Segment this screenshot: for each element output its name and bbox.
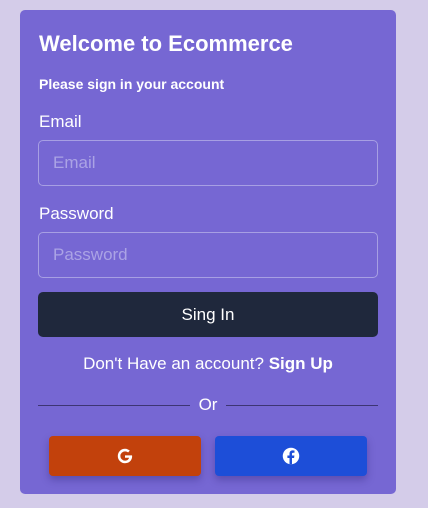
email-label: Email [39, 112, 82, 131]
sign-in-button[interactable]: Sing In [38, 292, 378, 337]
signup-prompt: Don't Have an account? Sign Up [20, 354, 396, 374]
divider-line-left [38, 404, 190, 406]
email-field[interactable] [38, 140, 378, 186]
login-card: Welcome to Ecommerce Please sign in your… [20, 10, 396, 494]
google-icon [116, 447, 134, 465]
facebook-icon [282, 447, 300, 465]
page-title: Welcome to Ecommerce [39, 31, 293, 56]
divider-text: Or [198, 395, 218, 414]
password-label: Password [39, 204, 114, 223]
password-field[interactable] [38, 232, 378, 278]
sign-up-link[interactable]: Sign Up [269, 354, 333, 373]
facebook-sign-in-button[interactable] [215, 436, 367, 476]
signup-prompt-text: Don't Have an account? [83, 354, 264, 373]
google-sign-in-button[interactable] [49, 436, 201, 476]
divider-line-right [226, 404, 379, 406]
page-subtitle: Please sign in your account [39, 76, 225, 92]
or-divider: Or [38, 395, 379, 415]
